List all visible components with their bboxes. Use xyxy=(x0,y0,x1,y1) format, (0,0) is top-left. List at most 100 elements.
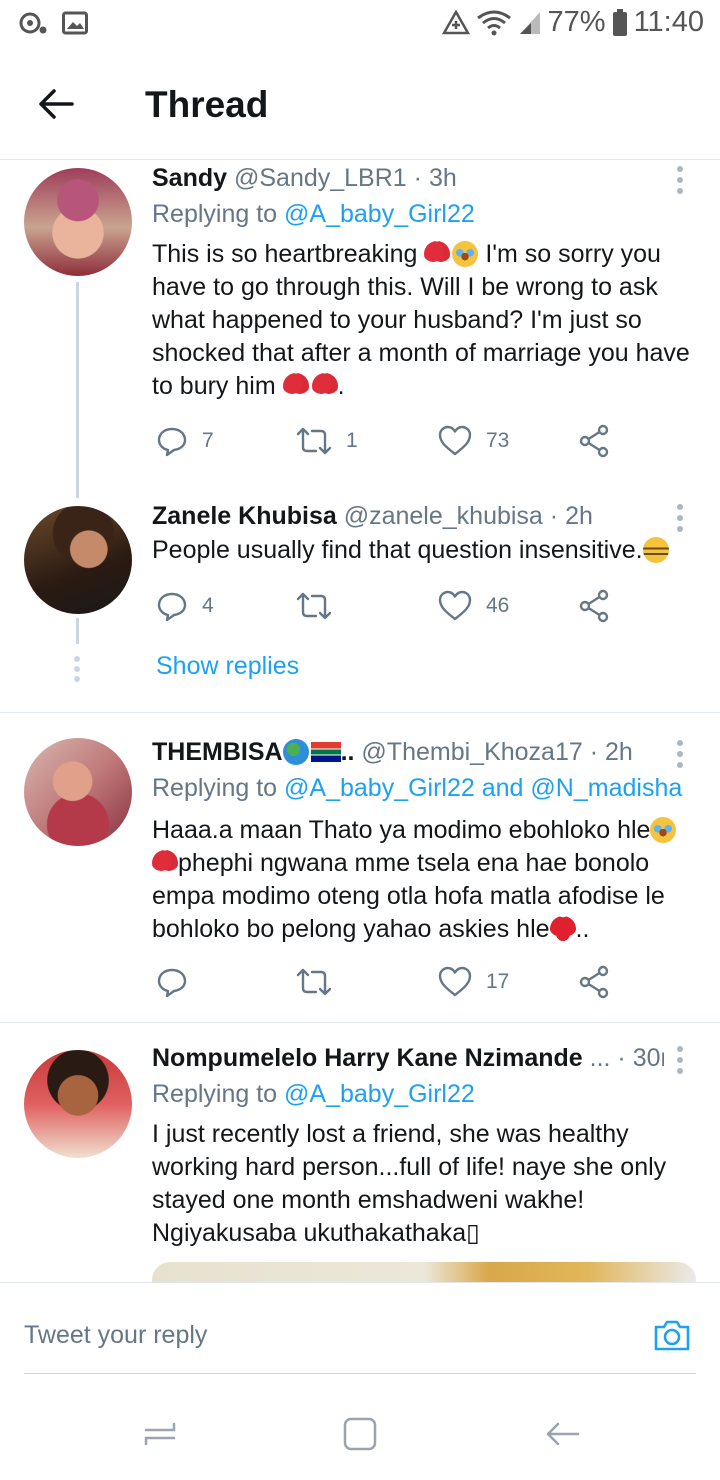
handle[interactable]: @Sandy_LBR1 xyxy=(234,164,407,192)
broken-heart-emoji xyxy=(311,373,338,399)
broken-heart-emoji xyxy=(152,850,178,876)
mention-link[interactable]: @A_baby_Girl22 xyxy=(284,774,475,802)
tweet-text: People usually find that question insens… xyxy=(152,534,696,567)
system-nav-bar xyxy=(0,1390,720,1480)
camera-icon[interactable] xyxy=(652,1315,692,1355)
avatar[interactable] xyxy=(24,738,132,846)
like-button[interactable]: 17 xyxy=(438,962,509,1002)
show-replies-link[interactable]: Show replies xyxy=(156,652,299,681)
reply-button[interactable] xyxy=(156,962,202,1002)
wifi-icon xyxy=(476,9,512,37)
reply-count: 4 xyxy=(202,594,214,617)
share-button[interactable] xyxy=(578,586,610,626)
like-count: 73 xyxy=(486,429,510,452)
mention-link[interactable]: @A_baby_Girl22 xyxy=(284,1080,475,1108)
share-icon xyxy=(579,965,609,999)
gallery-notification-icon xyxy=(62,11,88,35)
tweet-header: Zanele Khubisa @zanele_khubisa · 2h xyxy=(152,502,593,530)
like-count: 17 xyxy=(486,970,510,993)
crying-face-emoji xyxy=(452,241,479,267)
retweet-icon xyxy=(296,592,332,620)
retweet-button[interactable]: 1 xyxy=(296,421,358,461)
tweet-text: Haaa.a maan Thato ya modimo ebohloko hle… xyxy=(152,814,696,946)
tweet-text: I just recently lost a friend, she was h… xyxy=(152,1120,667,1247)
retweet-button[interactable] xyxy=(296,962,346,1002)
sync-notification-icon xyxy=(18,10,48,36)
reply-button[interactable]: 7 xyxy=(156,421,214,461)
globe-emoji xyxy=(282,739,309,765)
timestamp: 2h xyxy=(565,502,593,530)
broken-heart-emoji xyxy=(424,241,451,267)
reply-icon xyxy=(157,592,187,622)
retweet-icon xyxy=(296,968,332,996)
input-underline xyxy=(24,1373,696,1374)
share-icon xyxy=(579,424,609,458)
share-button[interactable] xyxy=(578,421,610,461)
clock: 11:40 xyxy=(633,6,704,38)
expressionless-face-emoji xyxy=(642,537,669,563)
page-title: Thread xyxy=(145,84,269,125)
retweet-count: 1 xyxy=(346,429,358,452)
back-arrow-icon[interactable] xyxy=(34,82,78,126)
thread-connector xyxy=(76,618,79,644)
replying-to: Replying to @A_baby_Girl22 xyxy=(152,1080,475,1108)
tweet-text: This is so heartbreaking I'm so sorry yo… xyxy=(152,240,690,400)
display-name[interactable]: Nompumelelo Harry Kane Nzimande xyxy=(152,1044,583,1072)
replying-to: Replying to @A_baby_Girl22 xyxy=(152,200,475,228)
reply-icon xyxy=(157,427,187,457)
like-button[interactable]: 46 xyxy=(438,586,509,626)
share-icon xyxy=(579,589,609,623)
mention-link[interactable]: @A_baby_Girl22 xyxy=(284,200,475,228)
app-header: Thread xyxy=(0,50,720,160)
crying-face-emoji xyxy=(650,817,677,843)
back-nav-icon[interactable] xyxy=(540,1412,584,1456)
home-icon[interactable] xyxy=(338,1412,382,1456)
reply-icon xyxy=(157,968,187,998)
divider xyxy=(0,1022,720,1023)
more-icon[interactable] xyxy=(672,1046,688,1082)
more-icon[interactable] xyxy=(672,740,688,776)
red-heart-emoji xyxy=(549,916,576,942)
reply-composer: Tweet your reply xyxy=(0,1282,720,1390)
avatar[interactable] xyxy=(24,168,132,276)
retweet-icon xyxy=(296,427,332,455)
replying-to: Replying to @A_baby_Girl22 and @N_madish… xyxy=(152,774,683,802)
display-name[interactable]: Sandy xyxy=(152,164,227,192)
mention-link[interactable]: @N_madisha xyxy=(530,774,682,802)
tweet-header: Nompumelelo Harry Kane Nzimande ... · 30… xyxy=(152,1044,664,1073)
like-icon xyxy=(438,590,472,621)
retweet-button[interactable] xyxy=(296,586,346,626)
like-count: 46 xyxy=(486,594,510,617)
timestamp: 30m xyxy=(632,1044,664,1072)
avatar[interactable] xyxy=(24,506,132,614)
status-bar: 77% 11:40 xyxy=(0,0,720,50)
share-button[interactable] xyxy=(578,962,610,1002)
handle[interactable]: @zanele_khubisa xyxy=(344,502,543,530)
data-saver-icon xyxy=(441,9,470,36)
like-button[interactable]: 73 xyxy=(438,421,509,461)
signal-icon xyxy=(518,10,542,36)
reply-count: 7 xyxy=(202,429,214,452)
timestamp: 2h xyxy=(605,738,633,766)
display-name[interactable]: THEMBISA xyxy=(152,738,283,766)
tweet-actions: 17 xyxy=(152,962,632,1002)
tweet-header: THEMBISA.. @Thembi_Khoza17 · 2h xyxy=(152,738,633,766)
like-icon xyxy=(438,425,472,456)
south-africa-flag-icon xyxy=(310,742,341,762)
timestamp: 3h xyxy=(428,164,457,192)
more-icon[interactable] xyxy=(672,166,688,202)
reply-input[interactable]: Tweet your reply xyxy=(24,1321,207,1350)
divider xyxy=(0,712,720,713)
reply-button[interactable]: 4 xyxy=(156,586,214,626)
broken-heart-emoji xyxy=(282,373,309,399)
avatar[interactable] xyxy=(24,1050,132,1158)
battery-icon xyxy=(612,8,628,37)
display-name[interactable]: Zanele Khubisa xyxy=(152,502,337,530)
recents-icon[interactable] xyxy=(138,1412,182,1456)
handle[interactable]: @Thembi_Khoza17 xyxy=(361,738,582,766)
thread-gap-dots xyxy=(74,656,80,686)
thread-connector xyxy=(76,282,79,498)
tweet-actions: 4 46 xyxy=(152,586,632,626)
like-icon xyxy=(438,966,472,997)
tweet-header: Sandy @Sandy_LBR1 · 3h xyxy=(152,164,457,192)
